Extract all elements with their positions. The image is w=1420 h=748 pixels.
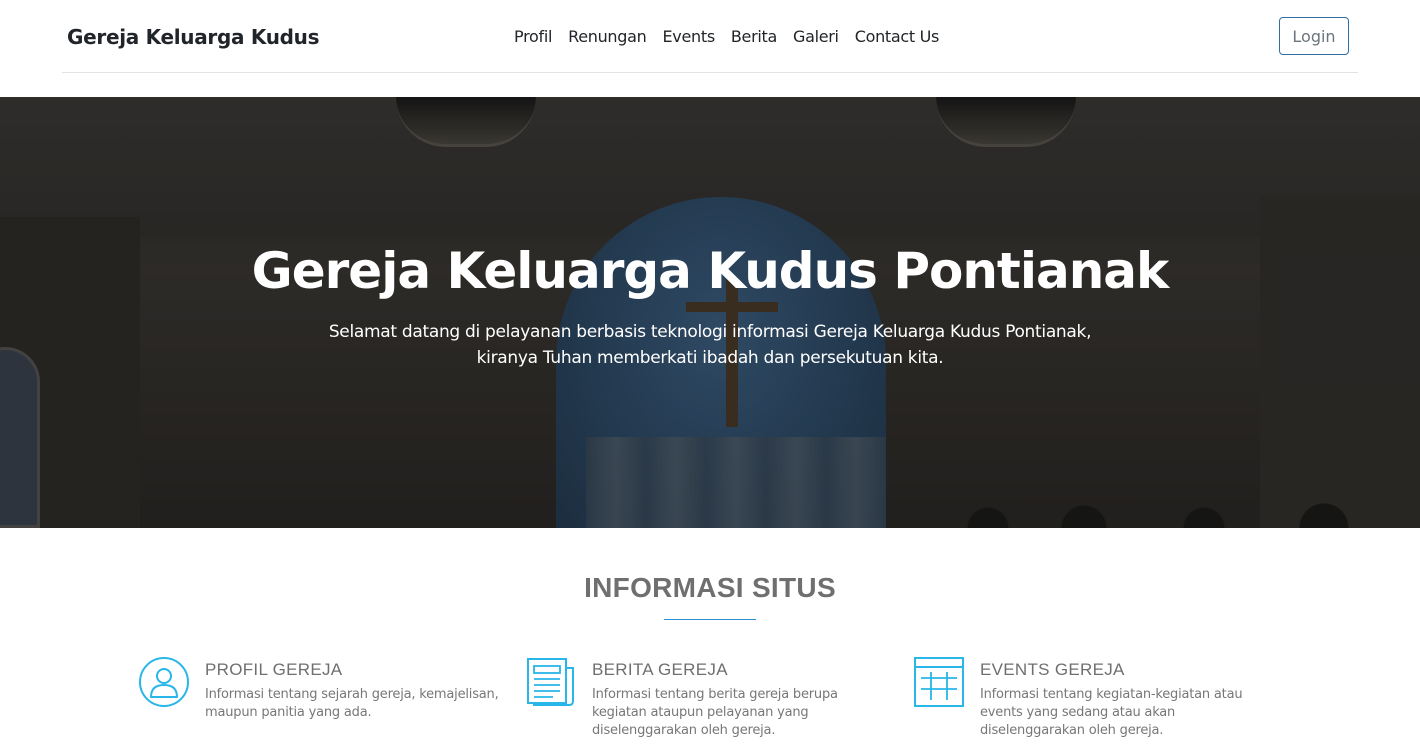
hero-banner: Gereja Keluarga Kudus Pontianak Selamat … (0, 97, 1420, 528)
nav-links: Profil Renungan Events Berita Galeri Con… (514, 27, 939, 46)
nav-link-berita[interactable]: Berita (731, 27, 777, 46)
hero-subtitle-line: Selamat datang di pelayanan berbasis tek… (328, 322, 1092, 342)
calendar-grid-icon (914, 657, 964, 707)
brand-logo-text[interactable]: Gereja Keluarga Kudus (67, 25, 320, 49)
nav-link-renungan[interactable]: Renungan (568, 27, 647, 46)
hero-subtitle: Selamat datang di pelayanan berbasis tek… (0, 319, 1420, 371)
hero-title: Gereja Keluarga Kudus Pontianak (251, 242, 1170, 300)
info-card-description: Informasi tentang kegiatan-kegiatan atau… (980, 687, 1243, 738)
info-card-title: EVENTS GEREJA (980, 660, 1125, 679)
nav-link-profil[interactable]: Profil (514, 27, 552, 46)
info-card-events[interactable]: EVENTS GEREJA Informasi tentang kegiatan… (913, 656, 1273, 748)
section-title: INFORMASI SITUS (584, 572, 836, 603)
section-divider (664, 619, 756, 620)
info-card-description: Informasi tentang berita gereja berupa k… (592, 687, 838, 738)
user-circle-icon (139, 657, 189, 707)
info-card-title: BERITA GEREJA (592, 660, 728, 679)
hero-overlay (0, 97, 1420, 528)
nav-link-galeri[interactable]: Galeri (793, 27, 839, 46)
info-card-title: PROFIL GEREJA (205, 660, 343, 679)
newspaper-icon (527, 658, 574, 706)
info-card-profil[interactable]: PROFIL GEREJA Informasi tentang sejarah … (138, 656, 499, 748)
login-button[interactable]: Login (1279, 17, 1349, 55)
info-card-berita[interactable]: BERITA GEREJA Informasi tentang berita g… (525, 656, 885, 748)
hero-subtitle-line: kiranya Tuhan memberkati ibadah dan pers… (476, 348, 944, 368)
navbar: Gereja Keluarga Kudus Profil Renungan Ev… (62, 0, 1358, 73)
nav-link-events[interactable]: Events (662, 27, 715, 46)
nav-link-contact-us[interactable]: Contact Us (855, 27, 940, 46)
info-card-description: Informasi tentang sejarah gereja, kemaje… (205, 687, 499, 720)
